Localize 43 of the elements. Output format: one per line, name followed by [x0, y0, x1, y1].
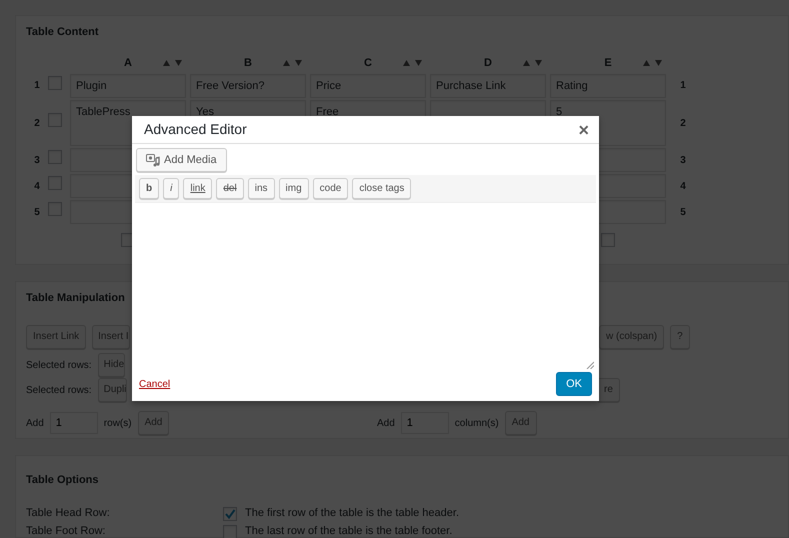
row-number: 2 [33, 116, 41, 130]
quicktag-button[interactable]: img [278, 178, 309, 199]
row-number: 5 [679, 206, 687, 220]
row-number: 4 [679, 180, 687, 194]
row-number: 1 [33, 79, 41, 94]
section-title: Table Options [26, 473, 100, 488]
quicktag-button[interactable]: close tags [352, 178, 412, 199]
row-number: 5 [33, 206, 41, 220]
section-title: Table Manipulation [26, 291, 126, 306]
row-number: 3 [679, 154, 687, 168]
quicktag-button[interactable]: code [312, 178, 348, 199]
field-label: Selected rows: [26, 384, 92, 398]
column-header: B [244, 56, 252, 72]
add-media-button[interactable]: Add Media [136, 148, 227, 172]
ok-button[interactable]: OK [556, 372, 592, 396]
column-header: D [484, 56, 492, 72]
field-label: Selected rows: [26, 358, 92, 372]
quicktag-button[interactable]: link [183, 178, 212, 199]
field-label: Add [26, 416, 44, 430]
quicktag-button[interactable]: b [139, 178, 160, 199]
close-button[interactable]: × [576, 120, 591, 138]
cancel-link[interactable]: Cancel [139, 376, 170, 392]
option-text: The first row of the table is the table header. [245, 506, 460, 522]
section-title: Table Content [26, 25, 100, 40]
unit-label: row(s) [104, 416, 132, 430]
column-header: C [364, 56, 372, 72]
quicktag-button[interactable]: del [216, 178, 244, 199]
unit-label: column(s) [454, 416, 499, 430]
row-number: 3 [33, 154, 41, 168]
row-number: 1 [679, 79, 687, 94]
quicktag-button[interactable]: ins [248, 178, 275, 199]
field-label: Table Head Row: [26, 506, 111, 522]
row-number: 4 [33, 180, 41, 194]
option-text: The last row of the table is the table footer. [245, 524, 452, 538]
column-header: E [604, 56, 612, 72]
resize-grip-icon[interactable] [586, 361, 594, 369]
quicktag-button[interactable]: i [163, 178, 180, 199]
media-icon [146, 154, 160, 166]
dialog-title: Advanced Editor [144, 120, 247, 139]
column-header: A [124, 56, 132, 72]
field-label: Table Foot Row: [26, 524, 106, 538]
field-label: Add [377, 416, 395, 430]
row-number: 2 [679, 116, 687, 130]
